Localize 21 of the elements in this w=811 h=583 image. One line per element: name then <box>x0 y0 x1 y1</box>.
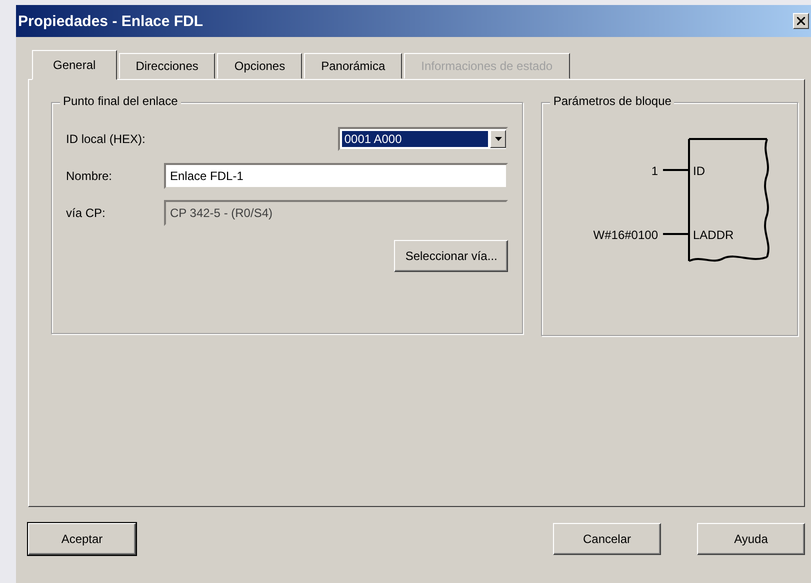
group-title: Parámetros de bloque <box>550 94 674 108</box>
dialog-button[interactable]: Ayuda <box>697 523 805 555</box>
pin-name: ID <box>693 164 706 178</box>
tab[interactable]: Panorámica <box>304 53 402 79</box>
dialog-button[interactable]: Cancelar <box>553 523 661 555</box>
tab[interactable]: Opciones <box>217 53 302 79</box>
field-label: vía CP: <box>66 206 106 220</box>
dropdown-value: 0001 A000 <box>342 131 488 147</box>
pin-name: LADDR <box>693 228 734 242</box>
tab[interactable]: General <box>32 50 117 80</box>
dropdown-field[interactable]: 0001 A000 <box>338 127 508 151</box>
tab[interactable]: Direcciones <box>118 53 216 79</box>
input-field[interactable]: Enlace FDL-1 <box>164 163 508 189</box>
window-title: Propiedades - Enlace FDL <box>18 12 204 30</box>
select-path-button[interactable]: Seleccionar vía... <box>394 240 508 272</box>
group-title: Punto final del enlace <box>60 94 181 108</box>
field-label: ID local (HEX): <box>66 132 146 146</box>
pin-value: 1 <box>652 164 658 178</box>
field-label: Nombre: <box>66 169 114 183</box>
dialog-button[interactable]: Aceptar <box>28 523 136 555</box>
pin-value: W#16#0100 <box>594 228 658 242</box>
